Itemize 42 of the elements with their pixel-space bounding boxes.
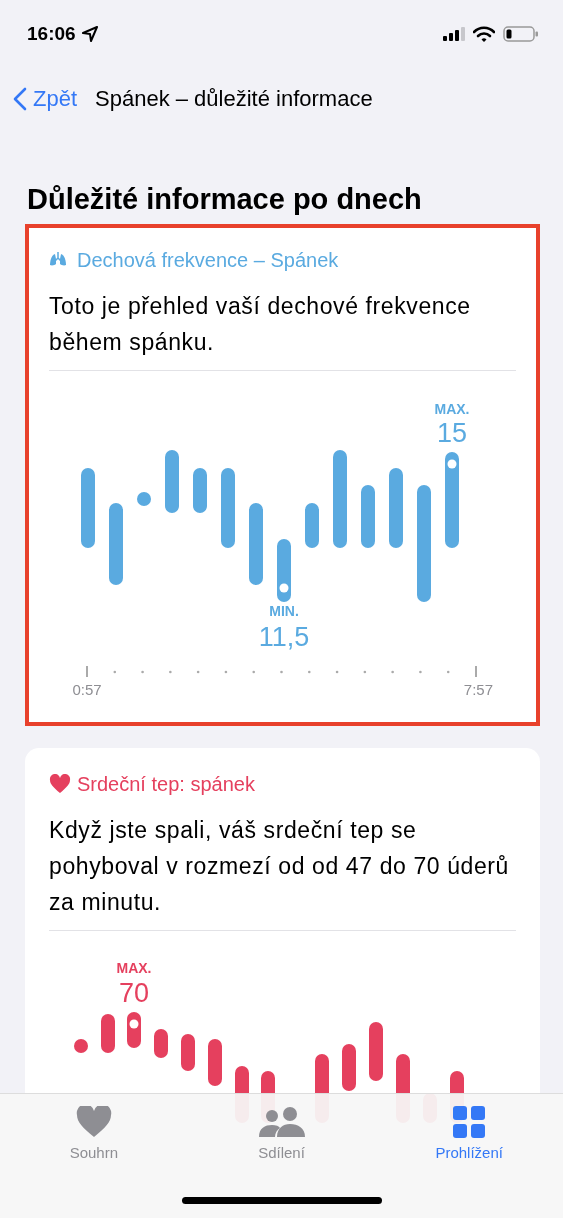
max-label: MAX. bbox=[116, 960, 152, 976]
signal-icon bbox=[443, 27, 465, 41]
max-label: MAX. bbox=[434, 401, 470, 417]
range-bar bbox=[342, 1044, 356, 1091]
chevron-left-icon bbox=[13, 87, 27, 111]
card-title: Srdeční tep: spánek bbox=[77, 772, 255, 797]
wifi-icon bbox=[473, 26, 495, 42]
range-bar bbox=[305, 503, 319, 548]
tab[interactable]: Souhrn bbox=[0, 1094, 188, 1218]
range-bar bbox=[208, 1039, 222, 1086]
battery-icon bbox=[503, 26, 539, 42]
heart-icon bbox=[49, 774, 71, 794]
range-bar bbox=[193, 468, 207, 513]
axis-label: 0:57 bbox=[72, 681, 102, 698]
section-heading: Důležité informace po dnech bbox=[27, 182, 423, 216]
status-time: 16:06 bbox=[27, 23, 76, 45]
range-bar bbox=[277, 539, 291, 602]
location-arrow-icon bbox=[81, 26, 98, 42]
max-value: 70 bbox=[119, 978, 149, 1008]
tab[interactable]: Sdílení bbox=[187, 1094, 376, 1218]
min-label: MIN. bbox=[269, 603, 299, 619]
heart-icon bbox=[75, 1106, 112, 1138]
min-value: 11,5 bbox=[258, 622, 310, 652]
nav-title: Spánek – důležité informace bbox=[95, 86, 373, 112]
people-icon bbox=[257, 1106, 306, 1138]
range-bar bbox=[101, 1014, 115, 1053]
max-value: 15 bbox=[437, 418, 467, 448]
card-description: Když jste spali, váš srdeční tep se pohyboval v rozmezí od od 47 do 70 úderů za minutu. bbox=[49, 816, 510, 917]
range-bar bbox=[361, 485, 375, 548]
grid-icon bbox=[453, 1106, 486, 1138]
range-bar bbox=[154, 1029, 168, 1058]
range-bar bbox=[369, 1022, 383, 1081]
range-bar bbox=[137, 492, 151, 506]
range-bar bbox=[127, 1012, 141, 1048]
range-bar bbox=[181, 1034, 195, 1071]
axis-label: 7:57 bbox=[463, 681, 493, 698]
back-button[interactable]: Zpět bbox=[13, 86, 78, 112]
card-description: Toto je přehled vaší dechové frekvence během spánku. bbox=[49, 292, 472, 357]
tab[interactable]: Prohlížení bbox=[375, 1094, 563, 1218]
range-bar bbox=[74, 1039, 88, 1053]
card-title: Dechová frekvence – Spánek bbox=[77, 248, 339, 273]
range-bar bbox=[165, 450, 179, 513]
